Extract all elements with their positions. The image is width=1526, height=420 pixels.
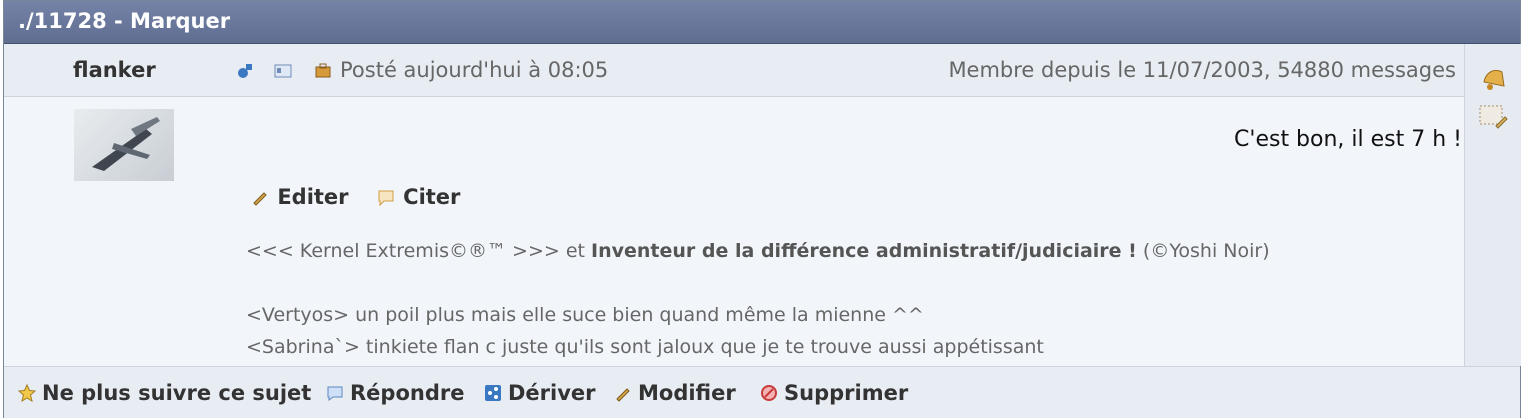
delete-button[interactable]: Supprimer xyxy=(760,381,908,405)
derive-label: Dériver xyxy=(508,381,596,405)
signature: <<< Kernel Extremis©®™ >>> et Inventeur … xyxy=(246,235,1270,363)
reply-bubble-icon xyxy=(327,386,343,401)
signature-text: <<< Kernel Extremis©®™ >>> et xyxy=(246,240,585,262)
delete-icon xyxy=(761,385,777,401)
unfollow-label: Ne plus suivre ce sujet xyxy=(42,381,312,405)
quote-action[interactable]: Citer xyxy=(376,185,471,209)
suitcase-icon[interactable] xyxy=(314,62,332,80)
topic-title[interactable]: ./11728 - Marquer xyxy=(18,9,230,33)
profile-card-icon[interactable] xyxy=(274,62,292,80)
share-icon xyxy=(485,385,501,401)
derive-button[interactable]: Dériver xyxy=(484,381,596,405)
member-info: Membre depuis le 11/07/2003, 54880 messa… xyxy=(948,58,1456,82)
jet-avatar-image xyxy=(92,117,160,171)
edit-label: Editer xyxy=(277,185,349,209)
note-edit-icon[interactable] xyxy=(1478,102,1508,132)
unfollow-topic-button[interactable]: Ne plus suivre ce sujet xyxy=(18,381,311,405)
signature-credit: (©Yoshi Noir) xyxy=(1142,240,1270,262)
signature-line-3: <Sabrina`> tinkiete flan c juste qu'ils … xyxy=(246,336,1044,358)
quote-label: Citer xyxy=(403,185,461,209)
author-name[interactable]: flanker xyxy=(73,58,156,82)
post-message: C'est bon, il est 7 h ! xyxy=(1234,127,1462,152)
post-meta-bar: flanker Posté aujourd'hui à 08:05 Membre… xyxy=(4,44,1464,97)
posted-time: Posté aujourd'hui à 08:05 xyxy=(340,58,609,82)
signature-line-1: <<< Kernel Extremis©®™ >>> et Inventeur … xyxy=(246,235,1270,267)
delete-label: Supprimer xyxy=(784,381,909,405)
gender-male-icon xyxy=(238,64,252,78)
modify-label: Modifier xyxy=(638,381,736,405)
signature-line-2: <Vertyos> un poil plus mais elle suce bi… xyxy=(246,304,924,326)
modify-button[interactable]: Modifier xyxy=(614,381,736,405)
post-actions: Editer Citer xyxy=(250,185,480,209)
author-avatar[interactable] xyxy=(74,109,174,181)
pencil-icon xyxy=(253,192,267,206)
edit-action[interactable]: Editer xyxy=(250,185,366,209)
star-icon xyxy=(18,384,36,402)
post-side-panel xyxy=(1464,44,1521,366)
alert-bell-icon[interactable] xyxy=(1478,62,1508,92)
signature-bold: Inventeur de la différence administratif… xyxy=(591,240,1137,262)
pencil-icon xyxy=(616,388,630,402)
post-frame: ./11728 - Marquer flanker Posté aujourd'… xyxy=(3,0,1521,418)
reply-label: Répondre xyxy=(350,381,465,405)
topic-footer: Ne plus suivre ce sujet Répondre Dériver… xyxy=(4,366,1520,418)
signature-spacer xyxy=(246,267,1270,299)
speech-bubble-icon xyxy=(378,190,394,207)
title-bar: ./11728 - Marquer xyxy=(4,1,1520,44)
reply-button[interactable]: Répondre xyxy=(326,381,464,405)
